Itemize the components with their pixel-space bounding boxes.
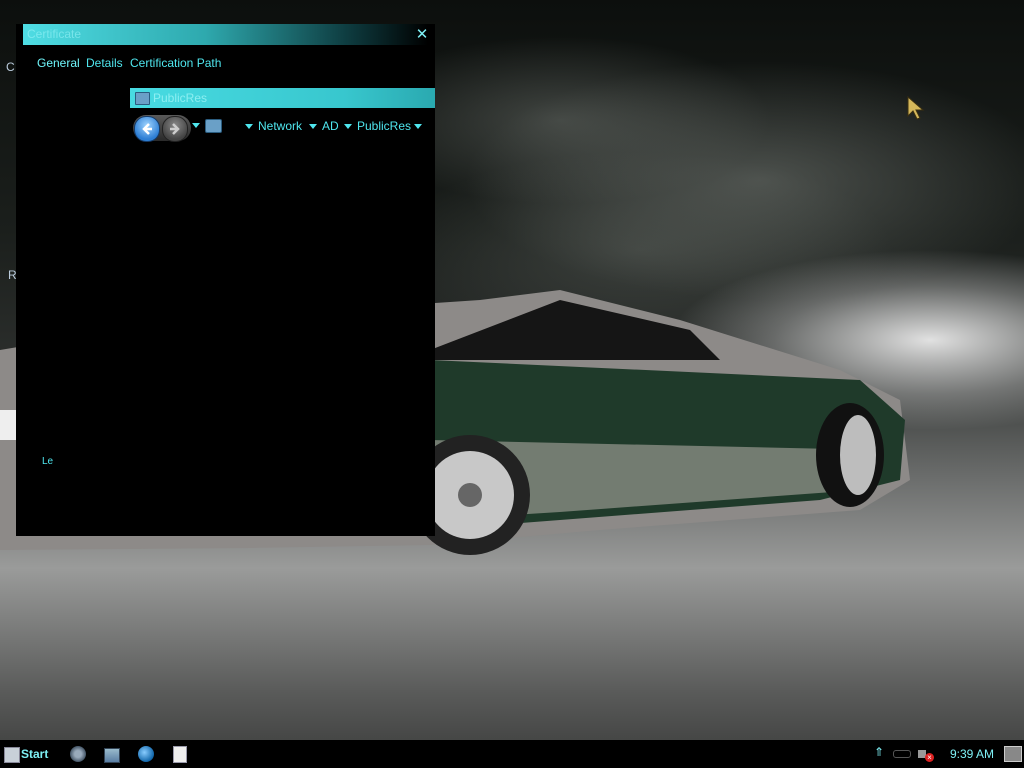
desktop-label-fragment: C [6,60,15,74]
tab-general[interactable]: General [37,56,80,70]
explorer-title: PublicRes [153,91,208,105]
location-folder-icon[interactable] [205,119,222,133]
forward-button[interactable] [162,116,188,142]
show-hidden-icons-button[interactable]: ⇑ [874,745,884,759]
back-arrow-icon [142,123,152,135]
taskbar: Start ⇑ × 9:39 AM [0,740,1024,768]
folder-icon [135,92,150,105]
settings-icon[interactable] [70,746,86,762]
start-label: Start [21,747,49,761]
close-button[interactable]: ✕ [415,27,429,43]
back-button[interactable] [134,116,160,142]
explorer-icon[interactable] [104,748,120,763]
volume-muted-icon[interactable]: × [918,748,934,762]
clock[interactable]: 9:39 AM [950,747,994,761]
recent-pages-dropdown[interactable] [192,123,200,128]
explorer-title-bar[interactable]: PublicRes [130,88,435,108]
mouse-cursor-icon [907,96,925,120]
network-icon[interactable] [893,750,911,758]
document-icon[interactable] [173,746,187,763]
title-bar[interactable]: Certificate ✕ [23,24,428,45]
tab-details[interactable]: Details [86,56,123,70]
internet-explorer-icon[interactable] [138,746,154,762]
navigation-bar: Network AD PublicRes [133,114,433,142]
breadcrumb-network[interactable]: Network [258,119,302,133]
chevron-down-icon[interactable] [309,124,317,129]
breadcrumb-ad[interactable]: AD [322,119,339,133]
tab-certification-path[interactable]: Certification Path [130,56,221,70]
window-title: Certificate [27,27,82,41]
text-fragment: Le [42,456,54,467]
show-desktop-icon[interactable] [1004,746,1022,762]
chevron-down-icon[interactable] [414,124,422,129]
breadcrumb-publicres[interactable]: PublicRes [357,119,411,133]
chevron-down-icon[interactable] [245,124,253,129]
forward-arrow-icon [170,123,180,135]
mute-x-icon: × [925,753,934,762]
chevron-down-icon[interactable] [344,124,352,129]
certificate-window: Certificate ✕ General Details Certificat… [16,24,435,536]
windows-logo-icon [4,747,20,763]
